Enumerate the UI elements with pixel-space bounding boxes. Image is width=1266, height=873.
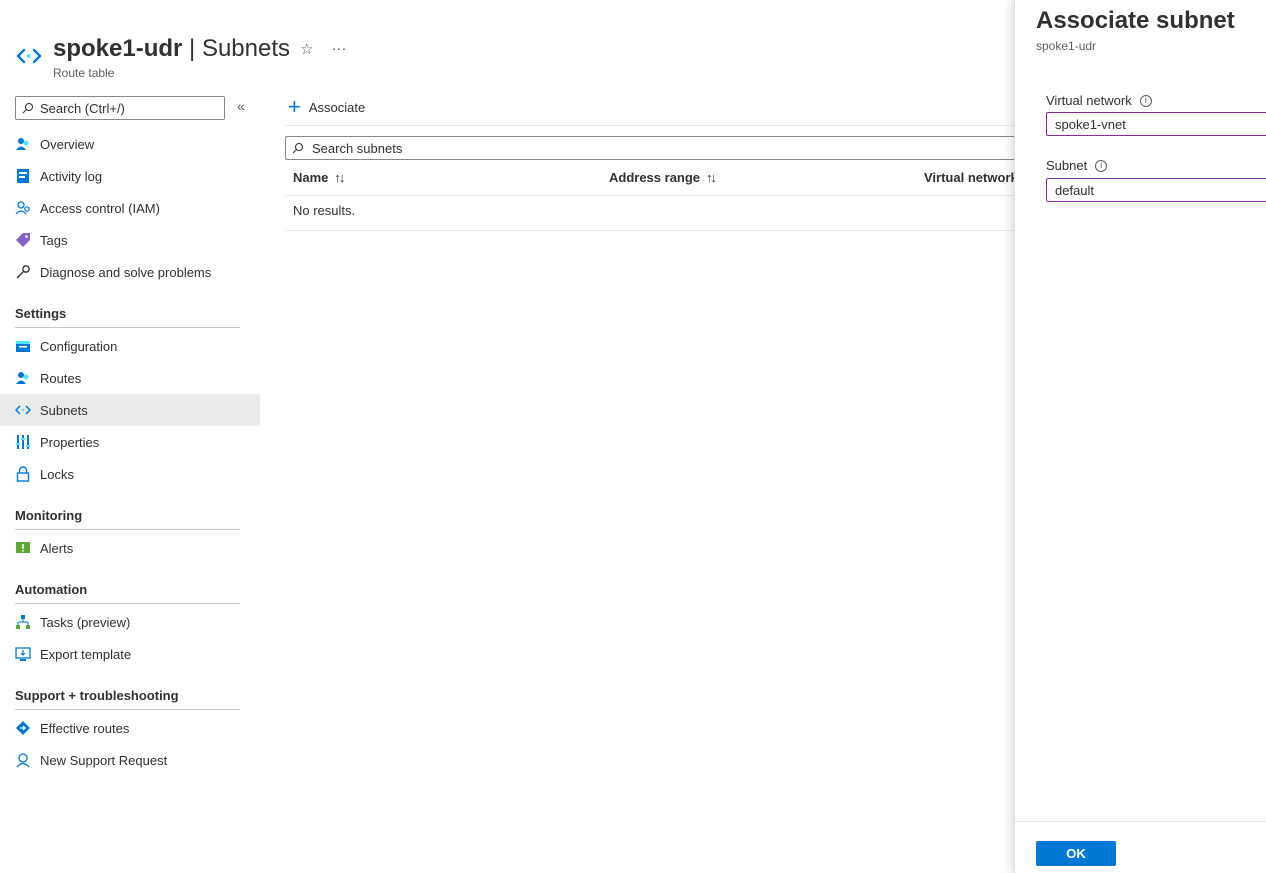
sidebar-item-label: Alerts <box>40 540 74 556</box>
command-bar-divider <box>285 125 1020 126</box>
info-icon[interactable]: i <box>1095 159 1108 172</box>
subnet-icon <box>16 48 42 64</box>
routes-icon <box>15 370 31 386</box>
panel-title: Associate subnet <box>1036 7 1235 34</box>
sidebar-item-subnets[interactable]: Subnets <box>0 394 260 426</box>
search-icon <box>22 103 33 114</box>
sidebar-section-support: Support + troubleshooting <box>0 670 260 710</box>
column-header-virtual-network[interactable]: Virtual network <box>924 170 1018 185</box>
iam-icon <box>15 200 31 216</box>
associate-subnet-panel: Associate subnet spoke1-udr Virtual netw… <box>1014 0 1266 873</box>
sidebar-item-overview[interactable]: Overview <box>0 128 260 160</box>
sidebar-item-label: Activity log <box>40 168 103 184</box>
panel-subtitle: spoke1-udr <box>1036 39 1097 53</box>
virtual-network-value: spoke1-vnet <box>1055 116 1126 132</box>
sidebar-item-label: Subnets <box>40 402 88 418</box>
panel-footer-divider <box>1015 821 1266 822</box>
sidebar-item-label: Export template <box>40 646 132 662</box>
subnet-search-input[interactable]: Search subnets <box>285 136 1020 160</box>
sidebar-item-label: Tasks (preview) <box>40 614 131 630</box>
page-header: spoke1-udr | Subnets Route table <box>15 34 290 80</box>
sidebar-item-effective-routes[interactable]: Effective routes <box>0 712 260 744</box>
sidebar-item-locks[interactable]: Locks <box>0 458 260 490</box>
subnet-label: Subnet i <box>1046 158 1108 173</box>
virtual-network-dropdown[interactable]: spoke1-vnet <box>1046 112 1266 136</box>
subnet-value: default <box>1055 182 1095 198</box>
alert-icon <box>15 540 31 556</box>
column-header-address-range[interactable]: Address range ↑↓ <box>609 170 717 185</box>
sidebar-item-label: Access control (IAM) <box>40 200 160 216</box>
subnet-icon <box>15 402 31 418</box>
sidebar-item-label: Configuration <box>40 338 118 354</box>
associate-button[interactable]: + Associate <box>288 94 366 119</box>
field-label-text: Virtual network <box>1046 93 1132 108</box>
column-label: Address range <box>609 170 701 185</box>
sidebar-search-input[interactable]: Search (Ctrl+/) <box>15 96 225 120</box>
sidebar-item-iam[interactable]: Access control (IAM) <box>0 192 260 224</box>
sidebar-nav: Overview Activity log Access control (IA… <box>0 128 260 776</box>
sidebar-item-label: Diagnose and solve problems <box>40 264 212 280</box>
sidebar-section-settings: Settings <box>0 288 260 328</box>
table-header: Name ↑↓ Address range ↑↓ Virtual network <box>285 162 1020 196</box>
sidebar-item-label: Overview <box>40 136 95 152</box>
sidebar-search-placeholder: Search (Ctrl+/) <box>40 100 125 116</box>
sidebar-item-label: Locks <box>40 466 74 482</box>
plus-icon: + <box>288 94 301 119</box>
sidebar-item-tasks[interactable]: Tasks (preview) <box>0 606 260 638</box>
sidebar-item-routes[interactable]: Routes <box>0 362 260 394</box>
effective-routes-icon <box>15 720 31 736</box>
ok-button[interactable]: OK <box>1036 841 1116 866</box>
column-header-name[interactable]: Name ↑↓ <box>293 170 345 185</box>
column-label: Name <box>293 170 329 185</box>
tasks-icon <box>15 614 31 630</box>
page-name: Subnets <box>201 35 291 62</box>
resource-type: Route table <box>53 66 115 80</box>
header-actions: ☆ ··· <box>300 40 346 58</box>
sidebar-item-support-request[interactable]: New Support Request <box>0 744 260 776</box>
wrench-icon <box>15 264 31 280</box>
sidebar-section-monitoring: Monitoring <box>0 490 260 530</box>
sidebar-item-label: Routes <box>40 370 82 386</box>
sidebar-item-label: Properties <box>40 434 100 450</box>
field-label-text: Subnet <box>1046 158 1088 173</box>
support-icon <box>15 752 31 768</box>
resource-name: spoke1-udr <box>53 35 183 62</box>
sidebar-item-properties[interactable]: Properties <box>0 426 260 458</box>
sort-icon[interactable]: ↑↓ <box>706 170 717 185</box>
sidebar-item-tags[interactable]: Tags <box>0 224 260 256</box>
search-icon <box>292 143 303 154</box>
overview-icon <box>15 136 31 152</box>
sidebar-item-label: New Support Request <box>40 752 168 768</box>
associate-label: Associate <box>308 99 366 115</box>
subnet-search-placeholder: Search subnets <box>312 140 403 156</box>
sidebar-item-label: Tags <box>40 232 68 248</box>
info-icon[interactable]: i <box>1139 94 1152 107</box>
export-template-icon <box>15 646 31 662</box>
page-title: spoke1-udr | Subnets <box>53 34 290 64</box>
empty-state-text: No results. <box>293 203 356 218</box>
sidebar-section-automation: Automation <box>0 564 260 604</box>
sort-icon[interactable]: ↑↓ <box>334 170 345 185</box>
virtual-network-label: Virtual network i <box>1046 93 1152 108</box>
sidebar-item-export-template[interactable]: Export template <box>0 638 260 670</box>
star-icon[interactable]: ☆ <box>300 40 313 58</box>
title-separator: | <box>182 35 202 62</box>
sidebar-item-label: Effective routes <box>40 720 130 736</box>
collapse-sidebar-button[interactable]: « <box>237 98 245 114</box>
sidebar-item-activity-log[interactable]: Activity log <box>0 160 260 192</box>
sidebar-item-configuration[interactable]: Configuration <box>0 330 260 362</box>
configuration-icon <box>15 338 31 354</box>
more-button[interactable]: ··· <box>331 40 346 58</box>
tag-icon <box>15 232 31 248</box>
activity-log-icon <box>15 168 31 184</box>
properties-icon <box>15 434 31 450</box>
lock-icon <box>15 466 31 482</box>
column-label: Virtual network <box>924 170 1018 185</box>
sidebar-item-diagnose[interactable]: Diagnose and solve problems <box>0 256 260 288</box>
sidebar-item-alerts[interactable]: Alerts <box>0 532 260 564</box>
subnet-dropdown[interactable]: default <box>1046 178 1266 202</box>
table-bottom-divider <box>285 230 1020 231</box>
